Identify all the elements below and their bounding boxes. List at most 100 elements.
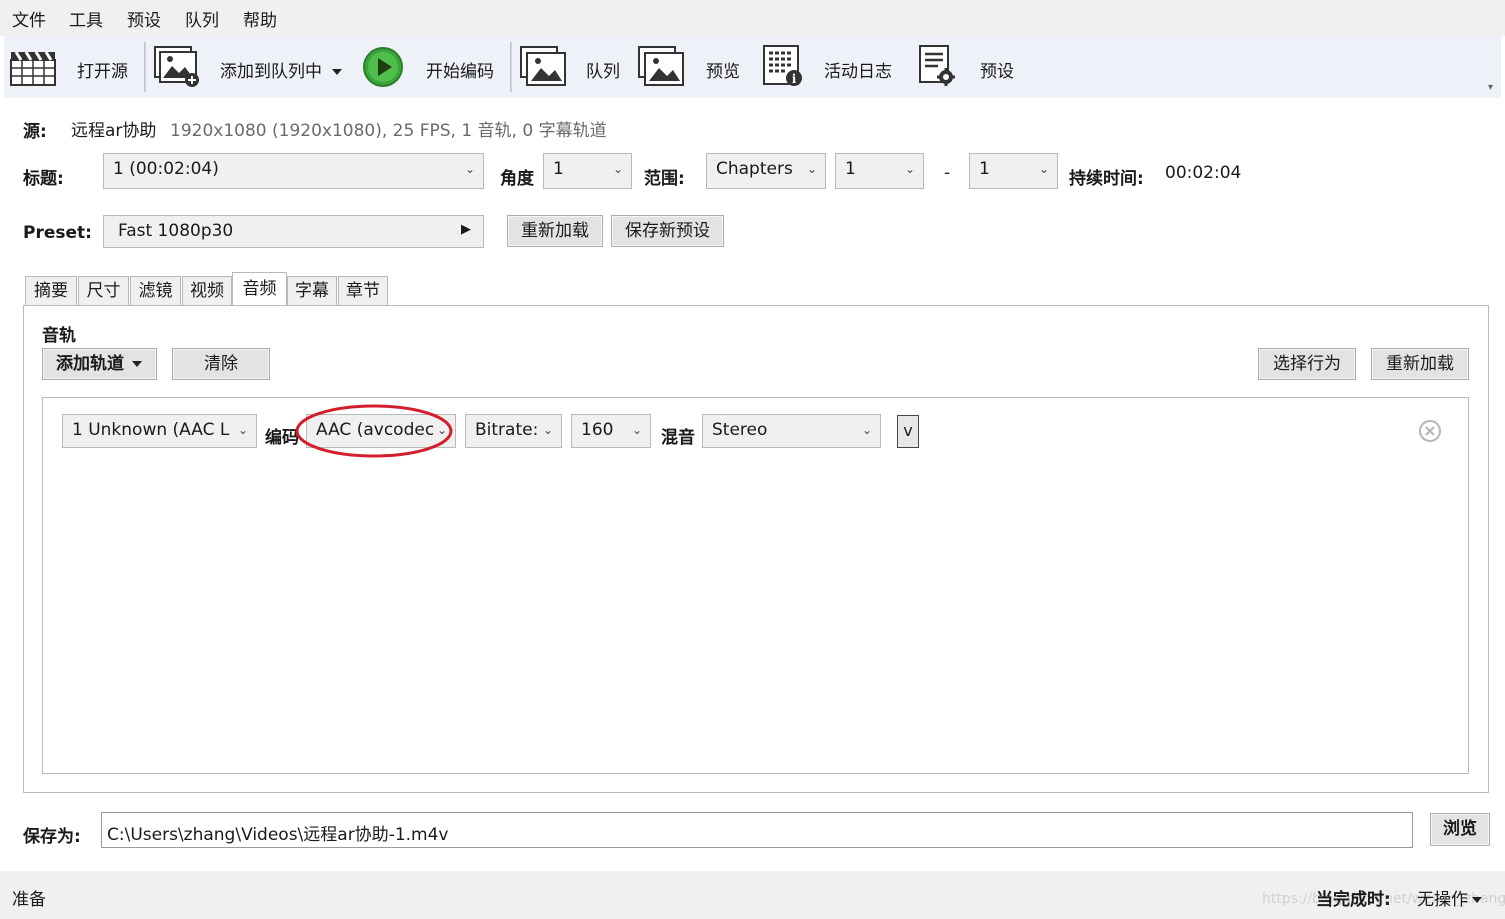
chevron-down-icon: ⌄	[806, 162, 817, 176]
tab-audio[interactable]: 音频	[232, 272, 287, 306]
audio-reload-button[interactable]: 重新加载	[1371, 348, 1469, 380]
chevron-down-icon	[1472, 897, 1482, 903]
menu-file[interactable]: 文件	[12, 6, 46, 31]
chevron-down-icon	[132, 361, 142, 367]
when-done-value: 无操作	[1417, 890, 1468, 910]
mixdown-label: 混音	[661, 428, 695, 448]
chevron-down-icon: ⌄	[542, 423, 553, 437]
mixdown-select[interactable]: Stereo ⌄	[702, 414, 881, 448]
bitrate-mode-select[interactable]: Bitrate: ⌄	[465, 414, 562, 448]
when-done-label: 当完成时:	[1316, 890, 1391, 910]
preset-label: Preset:	[23, 223, 92, 243]
tab-subtitles[interactable]: 字幕	[287, 276, 337, 305]
tab-chapters[interactable]: 章节	[338, 276, 388, 305]
source-label: 源:	[23, 122, 47, 142]
track-source-select[interactable]: 1 Unknown (AAC L ⌄	[62, 414, 257, 448]
angle-select-value: 1	[553, 159, 564, 179]
add-track-label: 添加轨道	[56, 354, 124, 374]
activity-log-button[interactable]: i 活动日志	[760, 40, 910, 94]
presets-button[interactable]: 预设	[914, 40, 1026, 94]
chevron-down-icon: ⌄	[631, 423, 642, 437]
menu-presets[interactable]: 预设	[127, 6, 161, 31]
bitrate-mode-value: Bitrate:	[475, 420, 539, 440]
preset-reload-button[interactable]: 重新加载	[507, 215, 603, 247]
save-as-label: 保存为:	[23, 827, 81, 847]
track-source-value: 1 Unknown (AAC L	[72, 420, 230, 440]
queue-icon	[520, 46, 566, 86]
start-encode-button[interactable]: 开始编码	[358, 40, 508, 94]
title-select[interactable]: 1 (00:02:04) ⌄	[103, 153, 484, 189]
range-end-value: 1	[979, 159, 990, 179]
preview-button[interactable]: 预览	[636, 40, 752, 94]
clear-tracks-button[interactable]: 清除	[172, 348, 270, 380]
status-bar: 准备 https://blog.csdn.net/weixin_zhang 当完…	[0, 871, 1505, 919]
remove-track-icon[interactable]	[1418, 419, 1442, 443]
add-image-icon	[154, 46, 199, 87]
angle-select[interactable]: 1 ⌄	[543, 153, 632, 189]
preset-select-value: Fast 1080p30	[118, 221, 234, 241]
title-select-value: 1 (00:02:04)	[113, 159, 219, 179]
chevron-down-icon: ⌄	[233, 423, 248, 437]
chevron-right-icon: ▶	[461, 222, 471, 237]
save-new-preset-button[interactable]: 保存新预设	[611, 215, 724, 247]
toolbar-overflow-icon[interactable]: ▾	[1488, 82, 1493, 93]
expand-track-button[interactable]: v	[897, 415, 919, 448]
open-source-button[interactable]: 打开源	[6, 40, 144, 94]
browse-button[interactable]: 浏览	[1430, 813, 1490, 846]
tab-video[interactable]: 视频	[182, 276, 232, 305]
mixdown-value: Stereo	[712, 420, 768, 440]
status-text: 准备	[12, 890, 46, 910]
annotation-circle	[295, 404, 453, 458]
menu-help[interactable]: 帮助	[243, 6, 277, 31]
preview-label: 预览	[706, 62, 740, 82]
toolbar: 打开源 添加到队列中 开始编码 队列 预览 i 活动日志 预设 ▾	[4, 36, 1501, 98]
svg-text:i: i	[792, 72, 797, 86]
tab-dimensions[interactable]: 尺寸	[78, 276, 129, 305]
open-source-label: 打开源	[77, 62, 128, 82]
clapperboard-icon	[10, 51, 56, 86]
save-path-input[interactable]: C:\Users\zhang\Videos\远程ar协助-1.m4v	[101, 812, 1413, 848]
add-track-button[interactable]: 添加轨道	[42, 348, 157, 380]
chevron-down-icon: ⌄	[464, 162, 475, 176]
range-start-select[interactable]: 1 ⌄	[835, 153, 924, 189]
chevron-down-icon: ⌄	[1038, 162, 1049, 176]
preview-icon	[638, 46, 684, 86]
queue-button[interactable]: 队列	[518, 40, 630, 94]
add-to-queue-dropdown-icon[interactable]	[332, 62, 342, 82]
add-to-queue-button[interactable]: 添加到队列中	[152, 40, 352, 94]
title-label: 标题:	[23, 169, 64, 189]
start-encode-label: 开始编码	[426, 62, 494, 82]
chevron-down-icon: ⌄	[612, 162, 623, 176]
queue-label: 队列	[586, 62, 620, 82]
menu-tools[interactable]: 工具	[69, 6, 103, 31]
bitrate-value: 160	[581, 420, 614, 440]
chevron-down-icon: ⌄	[904, 162, 915, 176]
chevron-down-icon: ⌄	[861, 423, 872, 437]
tab-filters[interactable]: 滤镜	[130, 276, 181, 305]
menu-bar: 文件 工具 预设 队列 帮助	[0, 0, 1505, 36]
bitrate-select[interactable]: 160 ⌄	[571, 414, 651, 448]
range-start-value: 1	[845, 159, 856, 179]
range-mode-select[interactable]: Chapters ⌄	[706, 153, 826, 189]
tab-summary[interactable]: 摘要	[25, 276, 77, 305]
audio-tracks-label: 音轨	[42, 326, 76, 346]
menu-queue[interactable]: 队列	[185, 6, 219, 31]
range-mode-value: Chapters	[716, 159, 793, 179]
activity-log-label: 活动日志	[824, 62, 892, 82]
audio-track-row: 1 Unknown (AAC L ⌄ 编码 AAC (avcodec ⌄ Bit…	[52, 408, 1457, 454]
activity-log-icon: i	[763, 45, 802, 86]
range-dash: -	[944, 163, 951, 183]
select-behavior-button[interactable]: 选择行为	[1258, 348, 1356, 380]
when-done-select[interactable]: 无操作	[1417, 885, 1489, 910]
preset-select[interactable]: Fast 1080p30 ▶	[103, 215, 484, 248]
range-label: 范围:	[644, 169, 685, 189]
source-info: 1920x1080 (1920x1080), 25 FPS, 1 音轨, 0 字…	[170, 121, 607, 141]
add-to-queue-label: 添加到队列中	[220, 62, 322, 82]
range-end-select[interactable]: 1 ⌄	[969, 153, 1058, 189]
duration-value: 00:02:04	[1165, 163, 1242, 183]
source-name: 远程ar协助	[71, 121, 157, 141]
angle-label: 角度	[500, 169, 534, 189]
play-icon	[363, 47, 403, 87]
presets-label: 预设	[980, 62, 1014, 82]
preset-settings-icon	[919, 45, 955, 86]
